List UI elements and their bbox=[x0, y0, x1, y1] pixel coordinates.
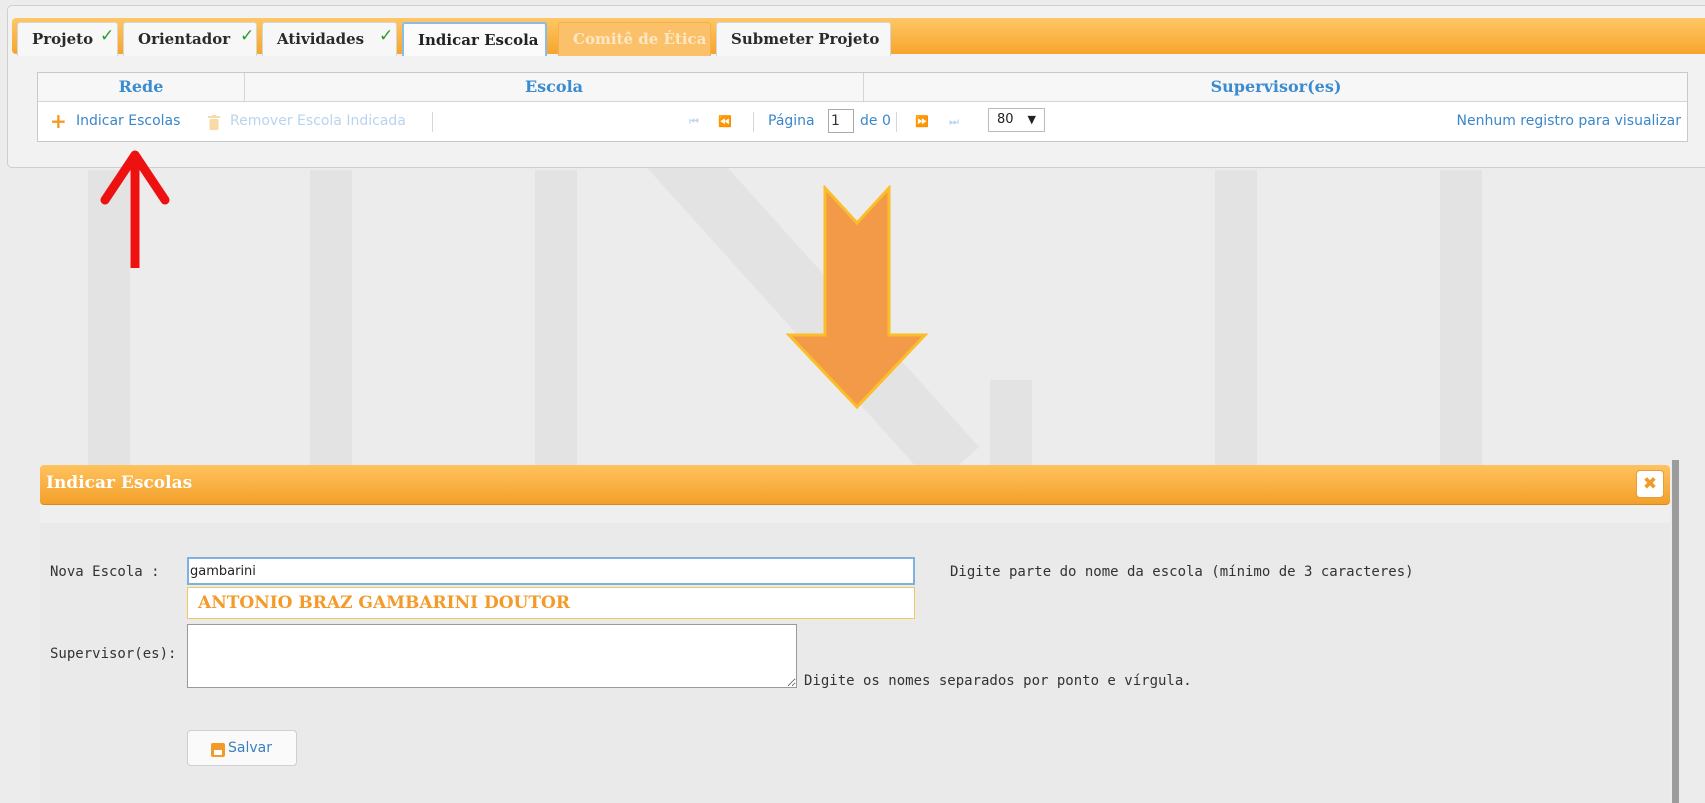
dropdown-arrow-icon: ▼ bbox=[1027, 113, 1036, 126]
save-button[interactable]: Salvar bbox=[187, 730, 297, 766]
toolbar-separator bbox=[432, 112, 433, 132]
watermark-bar-4 bbox=[990, 380, 1032, 465]
tab-comite-de-etica[interactable]: Comitê de Ética bbox=[558, 22, 711, 56]
tab-label: Comitê de Ética bbox=[573, 30, 707, 48]
close-icon: ✖ bbox=[1642, 474, 1658, 494]
dialog-titlebar: Indicar Escolas ✖ bbox=[40, 465, 1670, 505]
indicar-escolas-dialog: Indicar Escolas ✖ Nova Escola : Digite p… bbox=[40, 465, 1670, 803]
column-header-rede[interactable]: Rede bbox=[38, 73, 245, 101]
grid-header: Rede Escola Supervisor(es) bbox=[38, 73, 1687, 102]
tab-label: Projeto bbox=[32, 30, 94, 48]
page-size-value: 80 bbox=[997, 112, 1014, 127]
column-header-supervisores[interactable]: Supervisor(es) bbox=[864, 73, 1688, 101]
watermark-bar-6 bbox=[1440, 170, 1482, 465]
dialog-body: Nova Escola : Digite parte do nome da es… bbox=[40, 523, 1670, 803]
indicar-escolas-button[interactable]: Indicar Escolas bbox=[76, 113, 180, 129]
trash-icon bbox=[208, 115, 220, 134]
page-label: Página bbox=[768, 113, 815, 129]
page-size-select[interactable]: 80 ▼ bbox=[988, 108, 1045, 132]
first-page-icon[interactable]: ⏮ bbox=[689, 115, 699, 129]
toolbar-separator bbox=[753, 112, 754, 132]
watermark-bar-2 bbox=[310, 170, 352, 465]
remover-escola-button[interactable]: Remover Escola Indicada bbox=[230, 113, 406, 129]
dialog-scrollbar[interactable] bbox=[1672, 460, 1679, 803]
close-button[interactable]: ✖ bbox=[1636, 470, 1664, 498]
add-icon[interactable]: + bbox=[50, 109, 67, 133]
dialog-title: Indicar Escolas bbox=[46, 473, 193, 493]
grid-toolbar: + Indicar Escolas Remover Escola Indicad… bbox=[38, 102, 1687, 142]
tab-atividades[interactable]: Atividades ✓ bbox=[262, 22, 397, 56]
tab-projeto[interactable]: Projeto ✓ bbox=[17, 22, 118, 56]
nova-escola-label: Nova Escola : bbox=[50, 564, 160, 580]
tab-label: Submeter Projeto bbox=[731, 30, 880, 48]
next-page-icon[interactable]: ⏩ bbox=[915, 115, 929, 128]
prev-page-icon[interactable]: ⏪ bbox=[718, 115, 732, 128]
tab-submeter-projeto[interactable]: Submeter Projeto bbox=[716, 22, 891, 56]
empty-grid-message: Nenhum registro para visualizar bbox=[1456, 113, 1681, 129]
nova-escola-input[interactable] bbox=[187, 557, 915, 585]
schools-grid: Rede Escola Supervisor(es) + Indicar Esc… bbox=[37, 72, 1688, 142]
check-icon: ✓ bbox=[100, 26, 115, 46]
page-number-input[interactable] bbox=[828, 109, 854, 133]
nova-escola-hint: Digite parte do nome da escola (mínimo d… bbox=[950, 564, 1414, 580]
tab-label: Indicar Escola bbox=[418, 31, 539, 49]
check-icon: ✓ bbox=[379, 26, 394, 46]
floppy-disk-icon bbox=[211, 743, 225, 757]
column-header-escola[interactable]: Escola bbox=[245, 73, 864, 101]
save-label: Salvar bbox=[228, 740, 272, 756]
annotation-orange-down-arrow bbox=[785, 185, 929, 410]
supervisores-label: Supervisor(es): bbox=[50, 646, 177, 662]
project-tab-panel: Projeto ✓ Orientador ✓ Atividades ✓ Indi… bbox=[7, 5, 1705, 168]
autocomplete-suggestion[interactable]: ANTONIO BRAZ GAMBARINI DOUTOR bbox=[187, 587, 915, 619]
toolbar-separator bbox=[896, 112, 897, 132]
supervisores-hint: Digite os nomes separados por ponto e ví… bbox=[804, 673, 1192, 689]
check-icon: ✓ bbox=[240, 26, 255, 46]
tab-indicar-escola[interactable]: Indicar Escola bbox=[402, 22, 547, 56]
page-count-label: de 0 bbox=[860, 113, 891, 129]
tab-orientador[interactable]: Orientador ✓ bbox=[123, 22, 257, 56]
tab-bar: Projeto ✓ Orientador ✓ Atividades ✓ Indi… bbox=[12, 18, 1705, 56]
watermark-bar-5 bbox=[1215, 170, 1257, 465]
annotation-red-up-arrow bbox=[100, 150, 170, 268]
supervisores-textarea[interactable] bbox=[187, 624, 797, 688]
last-page-icon[interactable]: ⏭ bbox=[949, 115, 959, 129]
tab-label: Orientador bbox=[138, 30, 231, 48]
watermark-bar-3 bbox=[535, 170, 577, 465]
tab-label: Atividades bbox=[277, 30, 365, 48]
